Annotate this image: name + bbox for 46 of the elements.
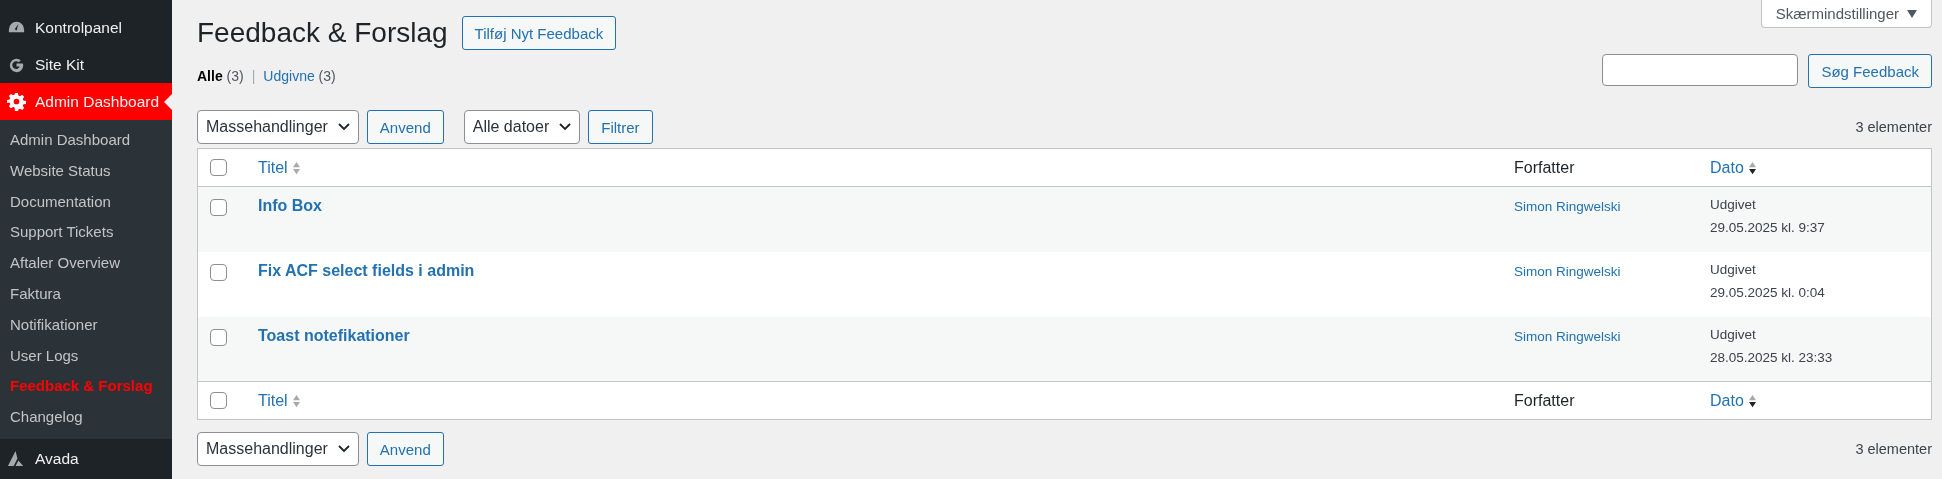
author-link[interactable]: Simon Ringwelski: [1514, 263, 1621, 279]
column-sort-link[interactable]: Titel: [258, 391, 301, 410]
post-status: Udgivet: [1710, 196, 1757, 214]
menu-item[interactable]: Avada: [0, 438, 172, 479]
submenu-item[interactable]: Changelog: [0, 402, 172, 433]
item-count: 3 elementer: [1855, 441, 1932, 457]
post-title-link[interactable]: Toast notefikationer: [258, 326, 410, 344]
apply-button[interactable]: Anvend: [366, 432, 444, 466]
view-filter-link[interactable]: Alle (3): [197, 68, 244, 84]
post-status: Udgivet: [1710, 325, 1757, 344]
column-header: Forfatter: [1514, 158, 1575, 176]
post-date: 29.05.2025 kl. 9:37: [1710, 219, 1826, 237]
column-header: Forfatter: [1514, 391, 1575, 409]
apply-button[interactable]: Anvend: [366, 110, 444, 144]
item-count: 3 elementer: [1855, 119, 1932, 135]
page-title: Feedback & Forslag: [197, 17, 448, 49]
submenu-item[interactable]: Faktura: [0, 279, 172, 310]
submenu-item[interactable]: Support Tickets: [0, 217, 172, 249]
submenu-item[interactable]: Aftaler Overview: [0, 248, 172, 279]
submenu-item[interactable]: Website Status: [0, 155, 172, 187]
search-button[interactable]: Søg Feedback: [1808, 54, 1932, 88]
menu-item[interactable]: Site Kit: [0, 46, 172, 83]
add-new-button[interactable]: Tilføj Nyt Feedback: [461, 16, 617, 50]
submenu-item[interactable]: User Logs: [0, 340, 172, 372]
separator: |: [251, 68, 256, 84]
view-filter-link[interactable]: Udgivne (3): [263, 68, 336, 84]
menu-item[interactable]: Kontrolpanel: [0, 9, 172, 46]
submenu-item[interactable]: Documentation: [0, 186, 172, 218]
author-link[interactable]: Simon Ringwelski: [1514, 199, 1621, 214]
author-link[interactable]: Simon Ringwelski: [1514, 328, 1621, 344]
screen-options-button[interactable]: Skærmindstillinger: [1760, 0, 1932, 28]
post-status: Udgivet: [1710, 260, 1757, 279]
filter-button[interactable]: Filtrer: [588, 110, 653, 144]
bulk-actions-dropdown[interactable]: Massehandlinger: [197, 110, 359, 144]
post-date: 29.05.2025 kl. 0:04: [1710, 283, 1826, 302]
submenu-item[interactable]: Notifikationer: [0, 309, 172, 341]
post-title-link[interactable]: Fix ACF select fields i admin: [258, 261, 475, 279]
post-title-link[interactable]: Info Box: [258, 197, 322, 214]
column-sort-link[interactable]: Titel: [258, 158, 301, 177]
menu-item[interactable]: Admin Dashboard: [0, 83, 172, 120]
post-date: 28.05.2025 kl. 23:33: [1710, 348, 1834, 367]
column-sort-link[interactable]: Dato: [1710, 158, 1757, 177]
date-filter-dropdown[interactable]: Alle datoer: [463, 110, 581, 144]
submenu-item[interactable]: Admin Dashboard: [0, 125, 172, 156]
bulk-actions-dropdown[interactable]: Massehandlinger: [197, 432, 359, 466]
column-sort-link[interactable]: Dato: [1710, 391, 1757, 410]
